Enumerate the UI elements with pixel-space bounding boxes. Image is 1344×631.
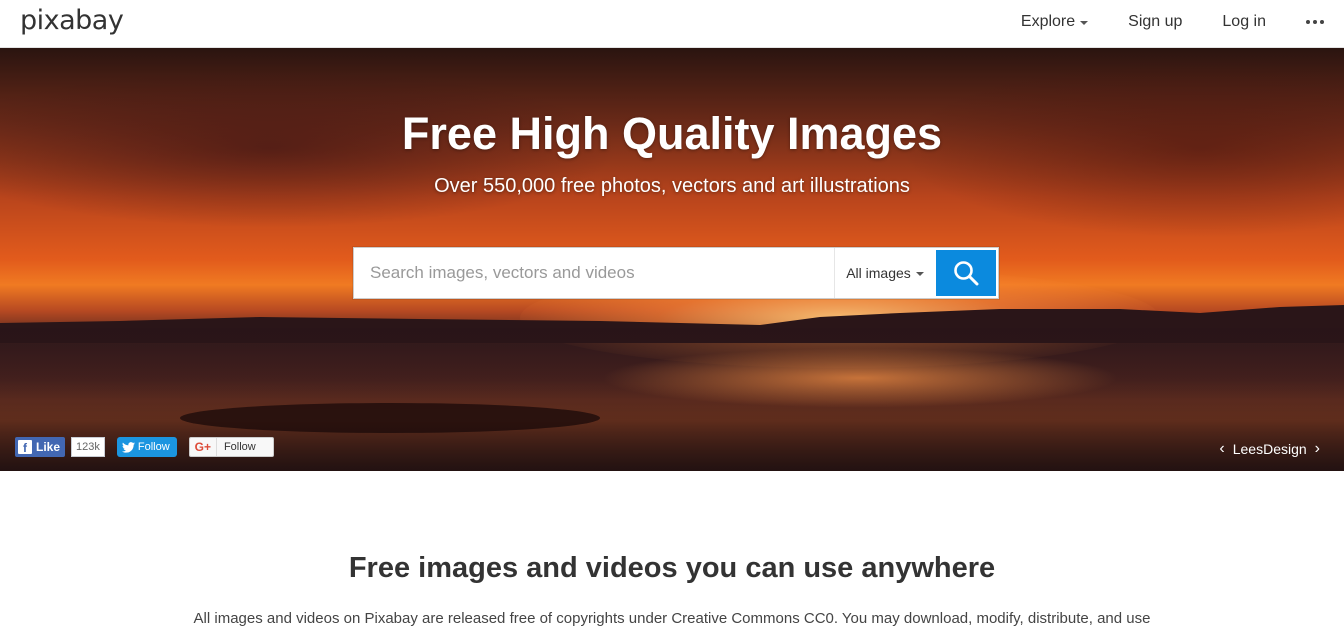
explore-menu[interactable]: Explore [1020,13,1089,31]
search-button[interactable] [936,250,996,296]
caret-down-icon [1080,21,1089,25]
search-icon [954,261,979,286]
facebook-icon: f [18,440,32,454]
explore-label: Explore [1020,13,1076,30]
search-input[interactable] [354,248,834,298]
hero-title: Free High Quality Images [401,108,943,159]
search-type-label: All images [846,265,911,281]
more-dots-icon[interactable] [1306,20,1324,24]
caret-down-icon [915,272,924,276]
main-nav: Explore Sign up Log in [981,0,1324,44]
google-plus-follow-button[interactable]: G+ Follow [188,437,274,457]
search-bar: All images [353,247,999,299]
signup-link[interactable]: Sign up [1128,13,1182,31]
twitter-bird-icon [121,441,135,453]
social-buttons: f Like 123k Follow G+ Follow [15,437,274,457]
pixabay-logo[interactable]: pixabay [20,5,124,36]
facebook-like-count: 123k [71,437,105,457]
hero-subtitle: Over 550,000 free photos, vectors and ar… [434,175,910,197]
chevron-left-icon[interactable]: ‹ [1211,440,1232,458]
search-type-dropdown[interactable]: All images [834,248,935,298]
intro-text: All images and videos on Pixabay are rel… [193,610,1151,627]
twitter-follow-label: Follow [137,441,170,453]
twitter-follow-button[interactable]: Follow [116,437,177,457]
intro-title: Free images and videos you can use anywh… [348,552,996,584]
login-link[interactable]: Log in [1222,13,1266,31]
chevron-right-icon[interactable]: › [1307,440,1328,458]
google-plus-follow-label: Follow [223,441,256,453]
photo-credit: ‹ LeesDesign › [1211,440,1328,458]
facebook-like-label: Like [36,440,61,454]
hero-banner: Free High Quality Images Over 550,000 fr… [0,48,1344,471]
photo-credit-author[interactable]: LeesDesign [1233,441,1307,457]
top-navigation-bar: pixabay Explore Sign up Log in [0,0,1344,48]
google-plus-icon: G+ [190,438,218,456]
facebook-like-button[interactable]: f Like [15,437,66,457]
